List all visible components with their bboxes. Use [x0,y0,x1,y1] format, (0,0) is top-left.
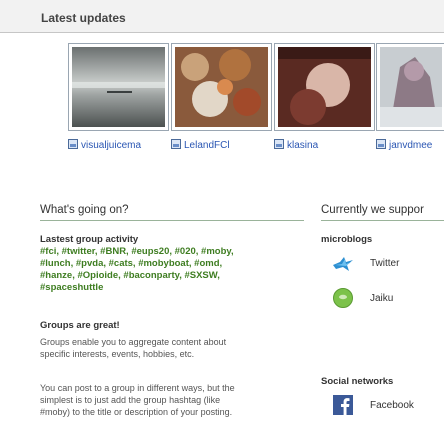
section-divider [40,220,304,221]
tag-line[interactable]: #spaceshuttle [40,282,290,294]
latest-updates-title: Latest updates [41,11,126,25]
update-user-link[interactable]: LelandFCl [171,139,230,152]
group-tags[interactable]: #fci, #twitter, #BNR, #eups20, #020, #mo… [40,246,290,294]
facebook-label[interactable]: Facebook [370,400,414,411]
twitter-label[interactable]: Twitter [370,258,399,269]
whats-going-on-title: What's going on? [40,204,129,216]
posting-instructions: You can post to a group in different way… [40,383,235,417]
section-divider [321,220,444,221]
update-user-link[interactable]: janvdmee [376,139,432,152]
update-user-link[interactable]: visualjuicema [68,139,141,152]
tag-line[interactable]: #hanze, #Opioide, #baconparty, #SXSW, [40,270,290,282]
groups-title: Groups are great! [40,320,120,331]
update-user-link[interactable]: klasina [274,139,318,152]
facebook-icon [333,395,353,415]
user-icon [274,139,284,150]
latest-updates-bar: Latest updates [0,0,444,33]
update-thumbnail[interactable] [171,43,272,131]
photo-food [175,47,268,127]
activity-title: Lastest group activity [40,234,139,245]
photo-portrait [278,47,371,127]
jaiku-icon [333,288,353,308]
user-icon [376,139,386,150]
update-thumbnail[interactable] [376,43,444,131]
update-thumbnail[interactable] [274,43,375,131]
tag-line[interactable]: #fci, #twitter, #BNR, #eups20, #020, #mo… [40,246,290,258]
user-icon [171,139,181,150]
jaiku-label[interactable]: Jaiku [370,293,393,304]
tag-line[interactable]: #lunch, #pvda, #cats, #mobyboat, #omd, [40,258,290,270]
social-networks-title: Social networks [321,376,394,387]
currently-supported-title: Currently we suppor [321,204,424,216]
update-thumbnail[interactable] [68,43,169,131]
photo-sculpture [380,47,442,127]
user-icon [68,139,78,150]
microblogs-title: microblogs [321,234,373,245]
groups-description: Groups enable you to aggregate content a… [40,337,227,359]
photo-lake [72,47,165,127]
twitter-bird-icon [333,257,353,271]
